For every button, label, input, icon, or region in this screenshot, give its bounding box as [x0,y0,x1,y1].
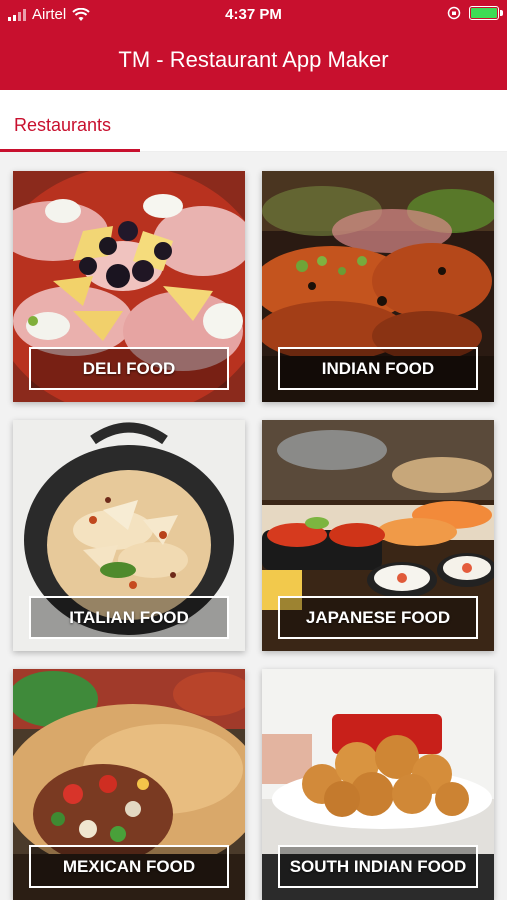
category-label: ITALIAN FOOD [29,596,229,639]
orientation-lock-icon [447,6,461,20]
tab-bar: Restaurants [0,90,507,152]
battery-icon [469,6,503,20]
category-label: DELI FOOD [29,347,229,390]
category-tile-south-indian[interactable]: SOUTH INDIAN FOOD [262,669,494,900]
app-header: TM - Restaurant App Maker [0,29,507,90]
category-grid: DELI FOOD INDIAN FOOD ITALIAN FOOD JAPAN… [0,152,507,900]
category-tile-deli[interactable]: DELI FOOD [13,171,245,402]
app-title: TM - Restaurant App Maker [118,46,389,72]
category-tile-mexican[interactable]: MEXICAN FOOD [13,669,245,900]
category-label: INDIAN FOOD [278,347,478,390]
category-label: JAPANESE FOOD [278,596,478,639]
category-tile-japanese[interactable]: JAPANESE FOOD [262,420,494,651]
category-tile-italian[interactable]: ITALIAN FOOD [13,420,245,651]
category-tile-indian[interactable]: INDIAN FOOD [262,171,494,402]
status-time: 4:37 PM [225,6,282,23]
category-label: SOUTH INDIAN FOOD [278,845,478,888]
status-right [447,6,503,20]
tab-restaurants[interactable]: Restaurants [0,108,140,152]
status-bar: Airtel 4:37 PM [0,0,507,29]
category-label: MEXICAN FOOD [29,845,229,888]
